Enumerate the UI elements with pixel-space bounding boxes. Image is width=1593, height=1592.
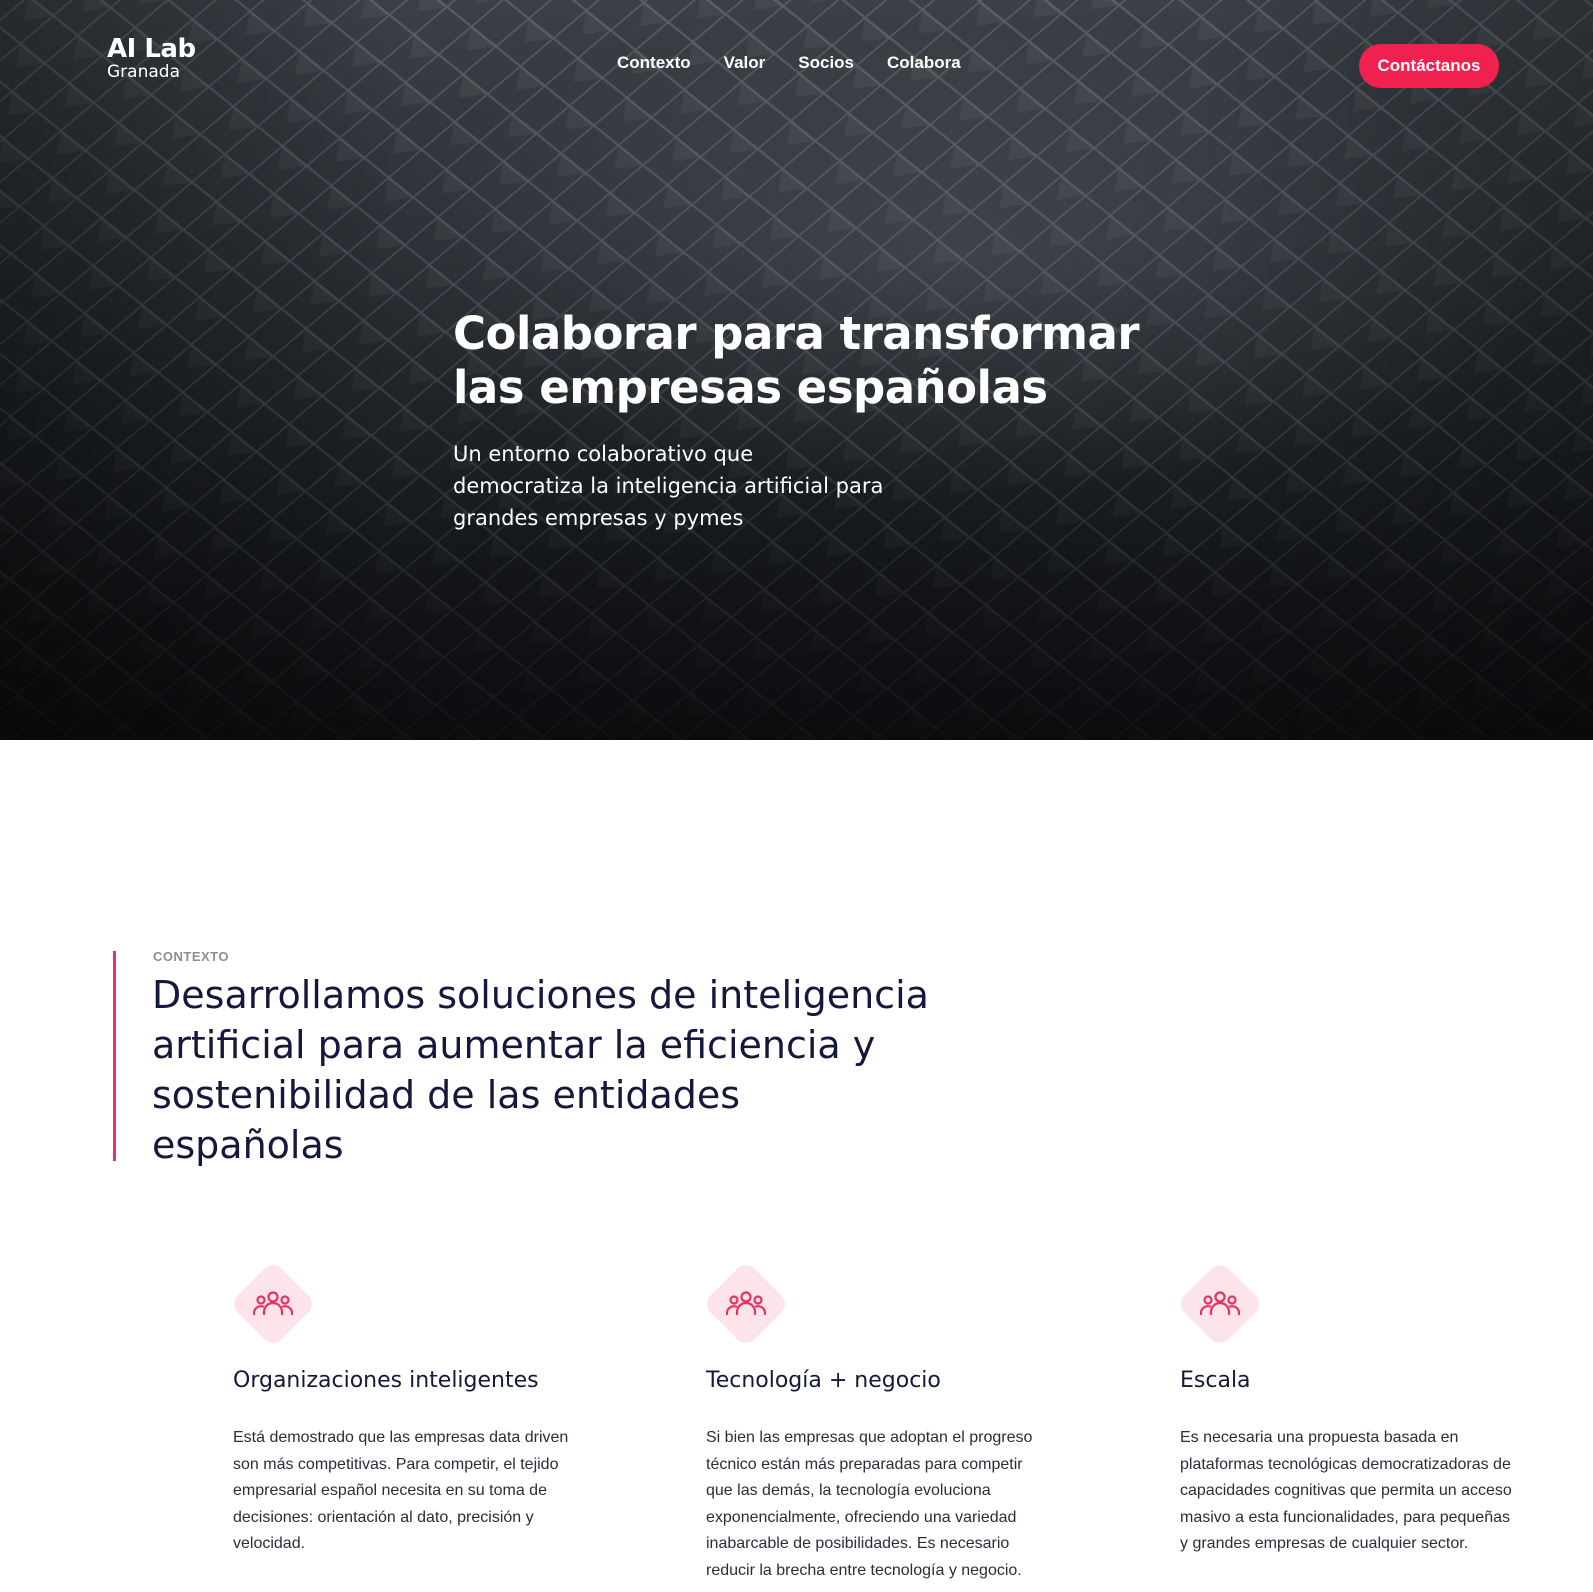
nav-socios[interactable]: Socios (798, 53, 854, 73)
hero-section: AI Lab Granada Contexto Valor Socios Col… (0, 0, 1593, 740)
team-icon (253, 1291, 293, 1316)
main-nav: Contexto Valor Socios Colabora (617, 53, 994, 73)
hero-subtitle: Un entorno colaborativo que democratiza … (453, 442, 884, 530)
hero-title: Colaborar para transformar las empresas … (453, 307, 1140, 414)
context-eyebrow: CONTEXTO (153, 949, 229, 964)
logo-subtitle: Granada (107, 62, 180, 82)
feature-title: Organizaciones inteligentes (233, 1368, 539, 1393)
feature-title: Tecnología + negocio (706, 1368, 941, 1393)
feature-text: Si bien las empresas que adoptan el prog… (706, 1429, 1033, 1579)
nav-valor[interactable]: Valor (724, 53, 766, 73)
nav-colabora[interactable]: Colabora (887, 53, 961, 73)
feature-text: Está demostrado que las empresas data dr… (233, 1429, 569, 1552)
feature-title: Escala (1180, 1368, 1251, 1393)
nav-contexto[interactable]: Contexto (617, 53, 691, 73)
feature-text: Es necesaria una propuesta basada en pla… (1180, 1429, 1512, 1552)
context-accent-bar (113, 951, 116, 1161)
logo[interactable]: AI Lab Granada (107, 36, 196, 82)
team-icon (1200, 1291, 1240, 1316)
team-icon (726, 1291, 766, 1316)
context-heading: Desarrollamos soluciones de inteligencia… (152, 973, 929, 1167)
contact-button[interactable]: Contáctanos (1359, 44, 1499, 88)
logo-title: AI Lab (107, 34, 196, 64)
